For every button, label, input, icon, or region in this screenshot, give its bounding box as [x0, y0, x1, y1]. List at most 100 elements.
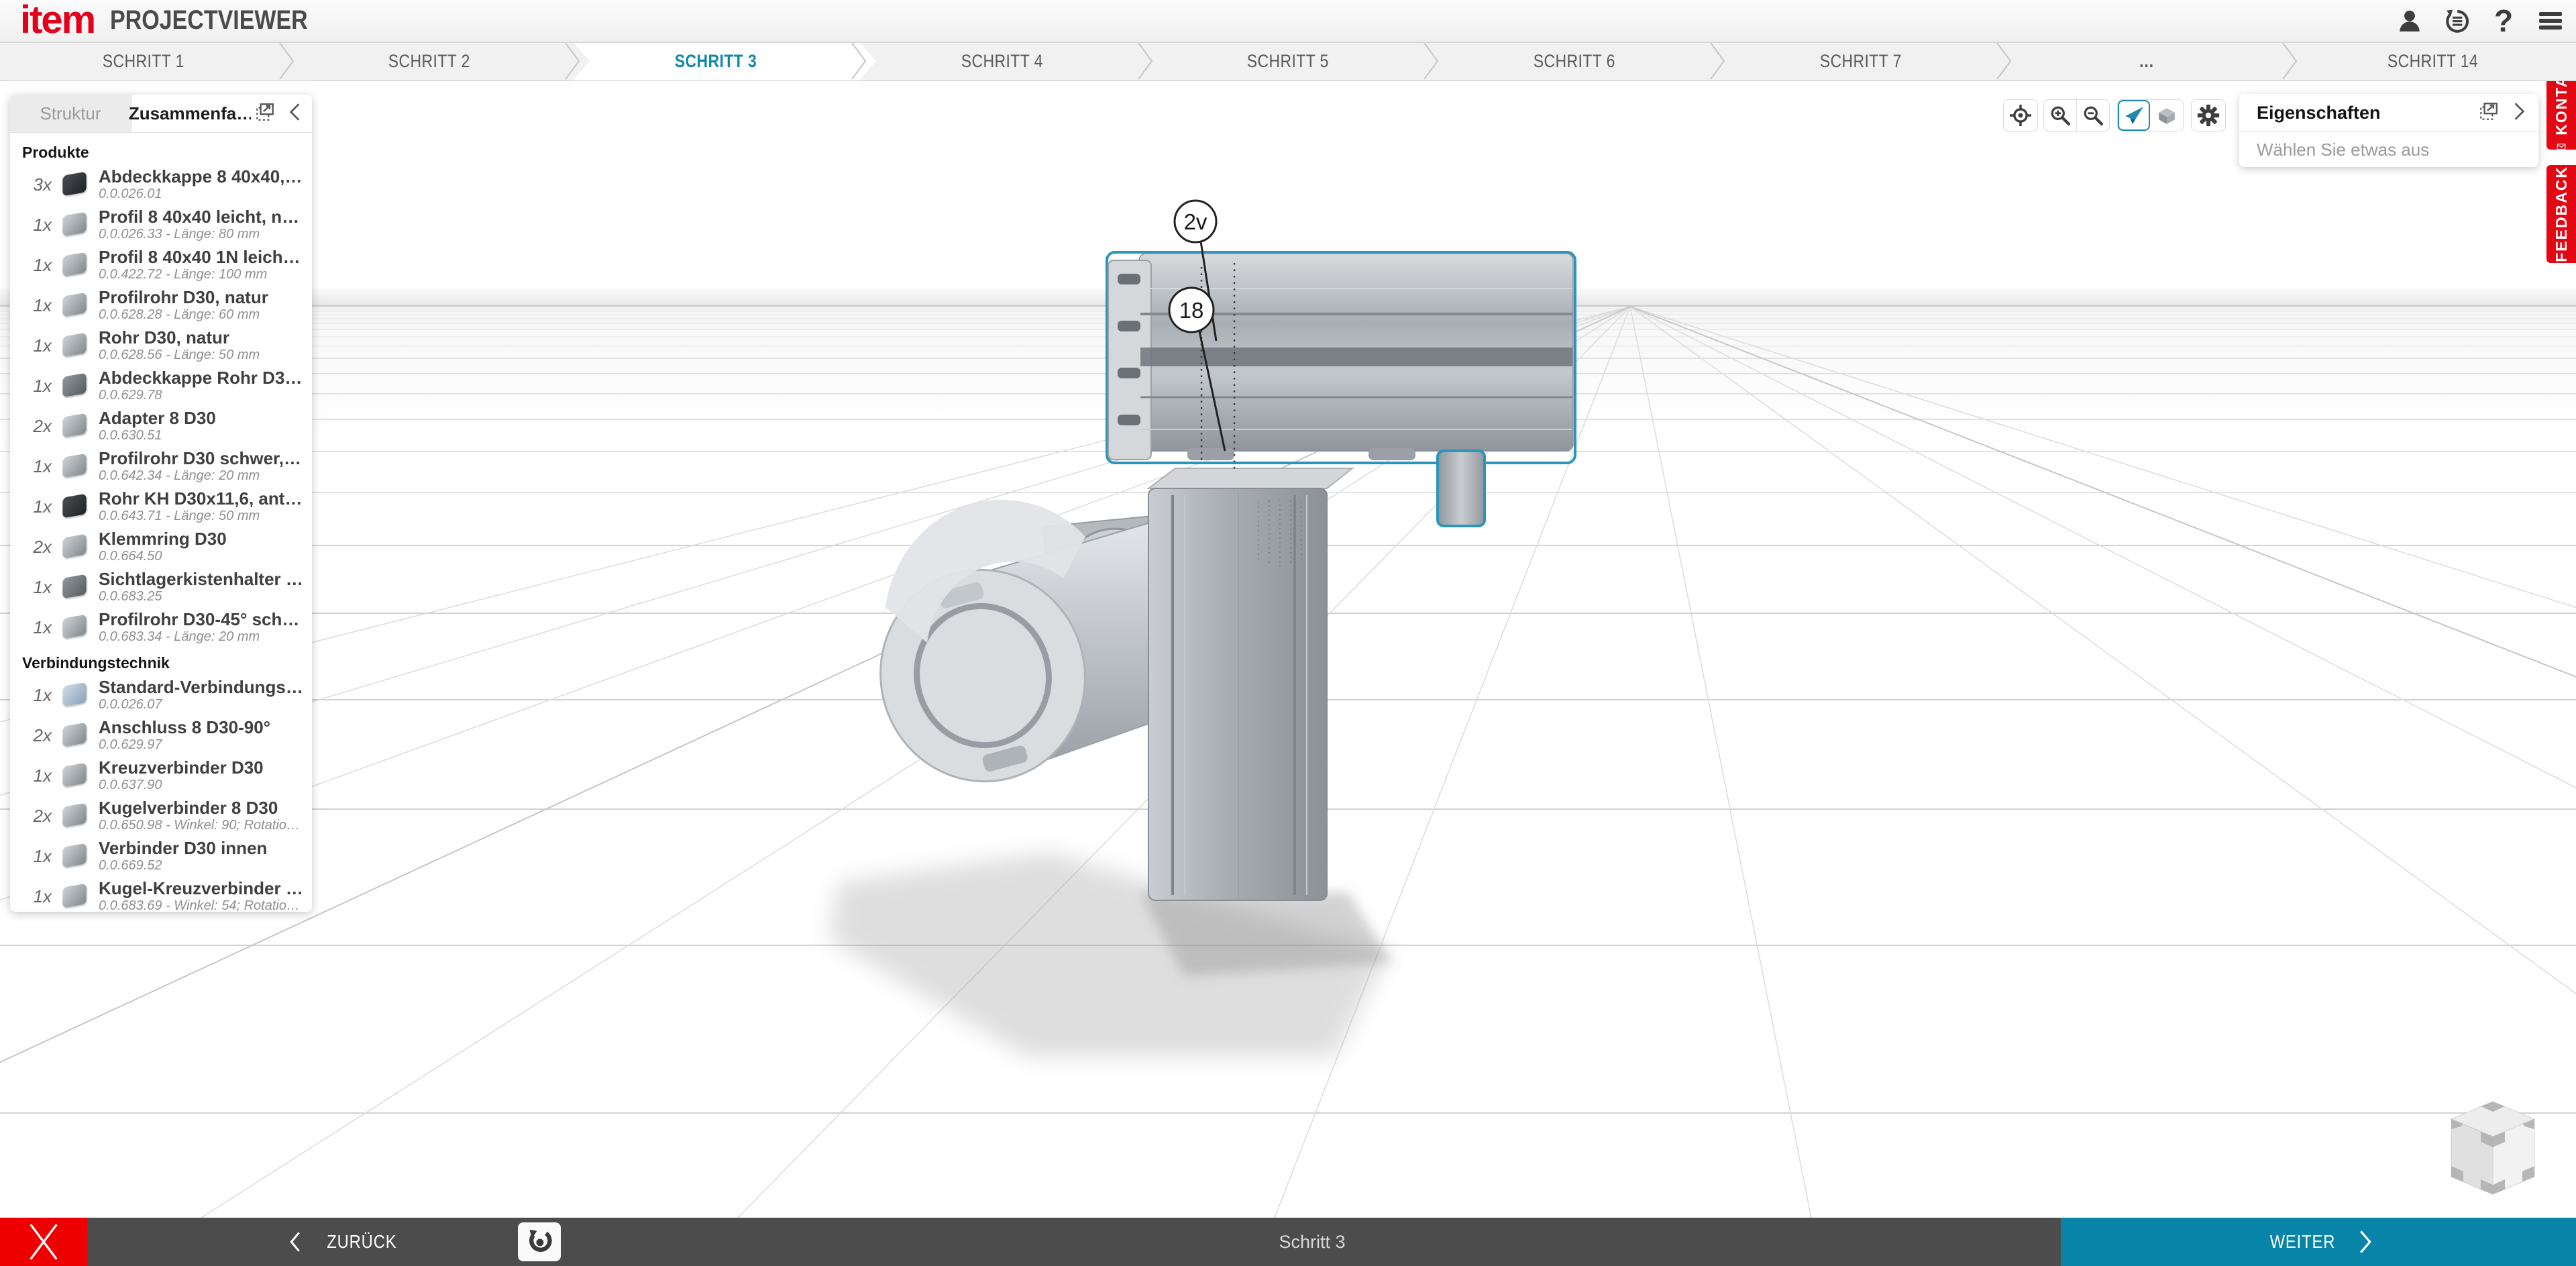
- item-subtitle: 0.0.630.51: [99, 428, 216, 443]
- list-item[interactable]: 1xSichtlagerkistenhalter 8, gr…0.0.683.2…: [17, 567, 305, 607]
- fly-mode-icon[interactable]: [2118, 100, 2150, 131]
- tab-schritt-6[interactable]: SCHRITT 6: [1431, 42, 1717, 81]
- item-subtitle: 0.0.683.69 - Winkel: 54; Rotationswinkel…: [99, 898, 305, 912]
- list-item[interactable]: 1xVerbinder D30 innen0.0.669.52: [17, 836, 305, 876]
- replay-step-button[interactable]: [518, 1222, 561, 1261]
- list-item[interactable]: 1xKreuzverbinder D300.0.637.90: [17, 755, 305, 796]
- tab-struktur[interactable]: Struktur: [10, 95, 131, 132]
- parts-panel: Struktur Zusammenfa… Produkte 3xAbdeckka…: [10, 95, 312, 912]
- zoom-button-group: [2043, 99, 2110, 131]
- item-subtitle: 0.0.629.97: [99, 737, 270, 752]
- item-name: Kugel-Kreuzverbinder D30: [99, 879, 305, 898]
- part-icon: [60, 210, 91, 240]
- tab-schritt-5[interactable]: SCHRITT 5: [1145, 42, 1432, 81]
- list-item[interactable]: 1xRohr D30, natur0.0.628.56 - Länge: 50 …: [17, 325, 305, 366]
- history-icon[interactable]: [2443, 7, 2470, 34]
- collapse-panel-icon[interactable]: [285, 102, 304, 125]
- item-logo[interactable]: item: [20, 0, 95, 42]
- item-name: Anschluss 8 D30-90°: [99, 718, 270, 737]
- section-title: Verbindungstechnik: [22, 654, 305, 672]
- list-item[interactable]: 3xAbdeckkappe 8 40x40, sch…0.0.026.01: [17, 164, 305, 205]
- app-title: PROJECTVIEWER: [93, 5, 325, 36]
- zoom-in-button[interactable]: [2044, 100, 2076, 131]
- zoom-out-button[interactable]: [2077, 100, 2109, 131]
- menu-icon[interactable]: [2537, 7, 2564, 34]
- list-item[interactable]: 1xProfilrohr D30-45° schwer, …0.0.683.34…: [17, 607, 305, 647]
- item-subtitle: 0.0.026.33 - Länge: 80 mm: [99, 227, 305, 242]
- app-header: item PROJECTVIEWER ?: [0, 0, 2576, 43]
- item-name: Klemmring D30: [99, 529, 227, 549]
- list-item[interactable]: 2xAdapter 8 D300.0.630.51: [17, 406, 305, 446]
- rotate-icon: [526, 1227, 553, 1257]
- collapse-properties-icon[interactable]: [2510, 101, 2529, 125]
- part-icon: [60, 411, 91, 441]
- solid-mode-icon[interactable]: [2150, 100, 2182, 131]
- item-name: Adapter 8 D30: [99, 409, 216, 428]
- properties-placeholder: Wählen Sie etwas aus: [2239, 140, 2429, 160]
- badge-18: 18: [1179, 298, 1204, 323]
- item-qty: 1x: [17, 617, 52, 638]
- item-subtitle: 0.0.642.34 - Länge: 20 mm: [99, 468, 305, 483]
- item-qty: 1x: [17, 255, 52, 276]
- item-qty: 1x: [17, 456, 52, 477]
- part-icon: [60, 331, 91, 360]
- item-name: Rohr D30, natur: [99, 328, 260, 348]
- tab-zusammenfassung[interactable]: Zusammenfa…: [131, 95, 251, 132]
- item-subtitle: 0.0.026.01: [99, 187, 305, 201]
- popout-icon[interactable]: [254, 101, 276, 126]
- item-qty: 2x: [17, 537, 52, 558]
- list-item[interactable]: 2x Klemmring D300.0.664.50: [17, 527, 305, 567]
- list-item[interactable]: 1xAbdeckkappe Rohr D30, gr…0.0.629.78: [17, 366, 305, 406]
- list-item[interactable]: 2xAnschluss 8 D30-90°0.0.629.97: [17, 715, 305, 755]
- next-button[interactable]: WEITER: [2061, 1218, 2576, 1266]
- user-icon[interactable]: [2396, 7, 2423, 34]
- close-button[interactable]: [0, 1218, 87, 1266]
- tab-schritt-1[interactable]: SCHRITT 1: [0, 42, 286, 81]
- center-view-button[interactable]: [2003, 99, 2038, 131]
- part-icon: [60, 761, 91, 790]
- back-button[interactable]: ZURÜCK: [288, 1218, 403, 1266]
- part-icon: [60, 492, 91, 521]
- list-item[interactable]: 1xProfil 8 40x40 leicht, natur0.0.026.33…: [17, 205, 305, 245]
- model-lower-assembly[interactable]: [857, 468, 1352, 900]
- tab-schritt-14[interactable]: SCHRITT 14: [2290, 42, 2576, 81]
- view-cube[interactable]: [2443, 1095, 2542, 1202]
- item-name: Profilrohr D30-45° schwer, …: [99, 610, 305, 629]
- feedback-tab[interactable]: FEEDBACK: [2546, 165, 2576, 263]
- part-icon: [60, 291, 91, 320]
- list-item[interactable]: 2xKugelverbinder 8 D300.0.650.98 - Winke…: [17, 796, 305, 836]
- list-item[interactable]: 1xProfilrohr D30 schwer, natur0.0.642.34…: [17, 446, 305, 486]
- settings-button[interactable]: [2191, 99, 2226, 131]
- list-item[interactable]: 1xRohr KH D30x11,6, anthrazit0.0.643.71 …: [17, 486, 305, 527]
- item-qty: 1x: [17, 335, 52, 356]
- item-name: Kreuzverbinder D30: [99, 758, 264, 778]
- tab-schritt-7[interactable]: SCHRITT 7: [1717, 42, 2004, 81]
- list-item[interactable]: 1xProfilrohr D30, natur0.0.628.28 - Läng…: [17, 285, 305, 325]
- item-name: Profil 8 40x40 leicht, natur: [99, 207, 305, 227]
- list-item[interactable]: 1xKugel-Kreuzverbinder D300.0.683.69 - W…: [17, 876, 305, 912]
- list-item[interactable]: 1xStandard-Verbindungssatz …0.0.026.07: [17, 675, 305, 715]
- popout-icon[interactable]: [2478, 101, 2500, 125]
- 3d-viewport[interactable]: 2v 18: [0, 81, 2576, 1218]
- tab-schritt-2[interactable]: SCHRITT 2: [286, 42, 573, 81]
- item-subtitle: 0.0.664.50: [99, 549, 227, 564]
- parts-list: Produkte 3xAbdeckkappe 8 40x40, sch…0.0.…: [10, 133, 312, 912]
- part-icon: [60, 721, 91, 750]
- list-item[interactable]: 1xProfil 8 40x40 1N leicht, na…0.0.422.7…: [17, 245, 305, 285]
- item-qty: 1x: [17, 577, 52, 598]
- badge-2v: 2v: [1184, 209, 1208, 234]
- item-qty: 1x: [17, 685, 52, 706]
- help-icon[interactable]: ?: [2490, 7, 2517, 34]
- tab-schritt-3[interactable]: SCHRITT 3: [572, 42, 859, 81]
- current-step-label: Schritt 3: [1279, 1218, 1345, 1266]
- tab-schritt-4[interactable]: SCHRITT 4: [859, 42, 1145, 81]
- item-subtitle: 0.0.650.98 - Winkel: 90; Rotationswinkel…: [99, 818, 305, 833]
- item-qty: 1x: [17, 496, 52, 517]
- item-qty: 3x: [17, 174, 52, 195]
- chevron-right-icon: [2358, 1230, 2373, 1254]
- item-name: Rohr KH D30x11,6, anthrazit: [99, 489, 305, 509]
- tab-schritt-more[interactable]: …: [2004, 42, 2290, 81]
- properties-title: Eigenschaften: [2239, 103, 2478, 123]
- envelope-icon: [2553, 144, 2570, 150]
- item-name: Profilrohr D30, natur: [99, 288, 268, 307]
